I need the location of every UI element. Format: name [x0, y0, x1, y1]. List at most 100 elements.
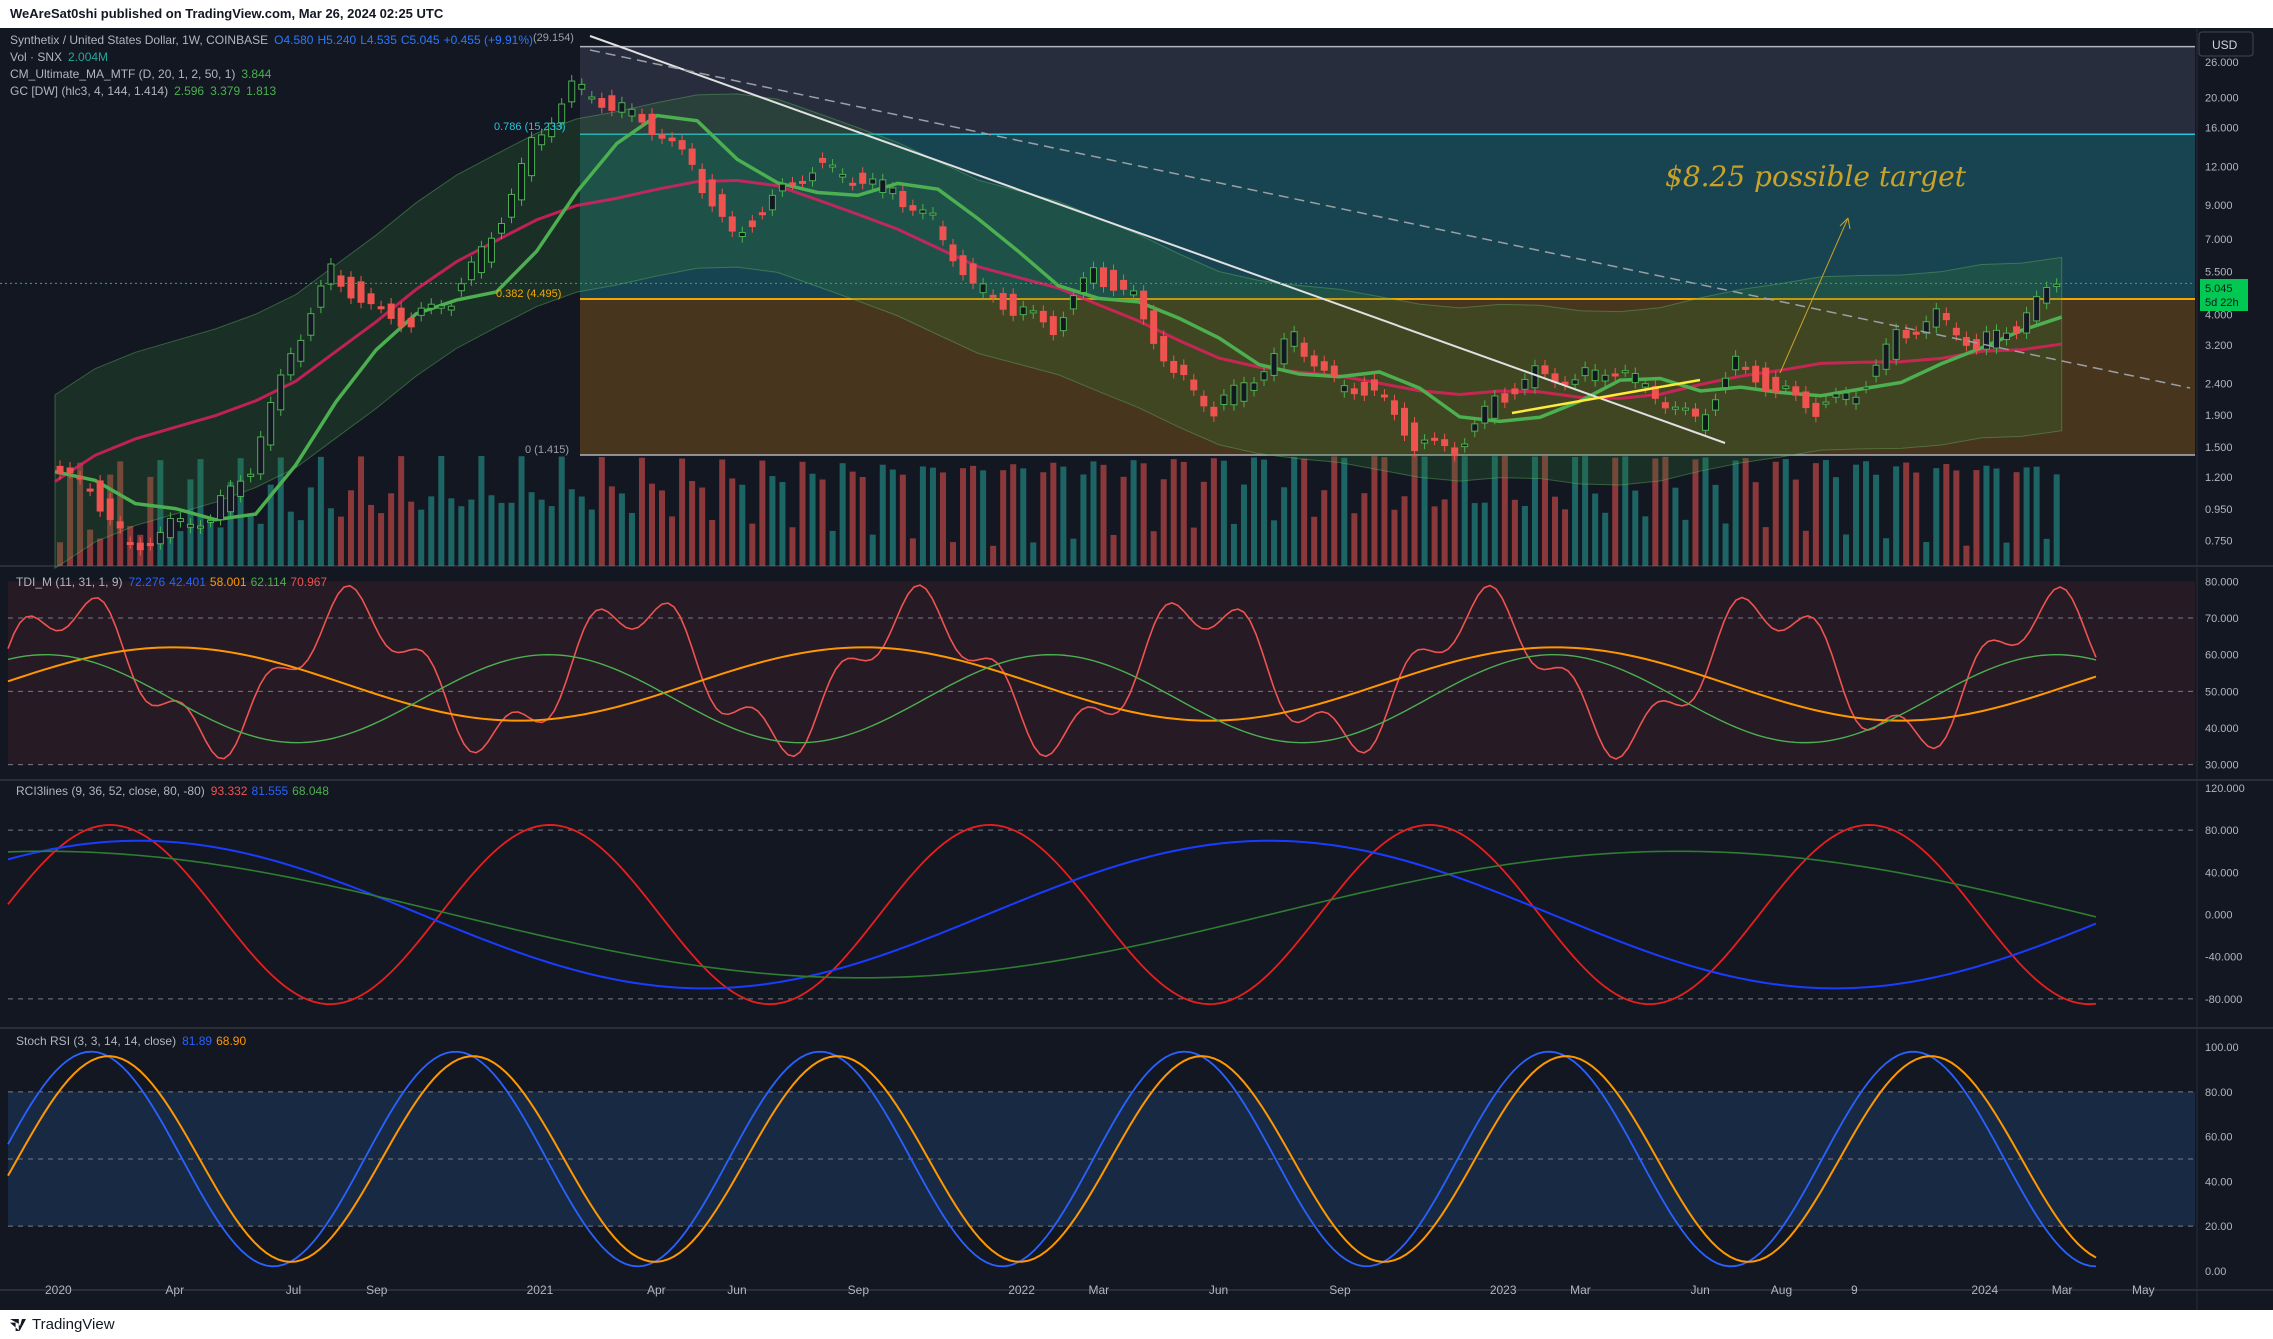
legend-low: L4.535: [360, 33, 397, 47]
volume-bar: [1521, 505, 1528, 566]
volume-bar: [960, 468, 967, 566]
legend-open: O4.580: [274, 33, 314, 47]
time-tick-label: Aug: [1771, 1283, 1792, 1297]
candle-body: [1049, 316, 1057, 336]
candle-body: [1340, 385, 1348, 393]
candle-body: [538, 134, 546, 146]
volume-bar: [1100, 464, 1107, 566]
volume-bar: [1060, 466, 1067, 566]
price-tick-label: 1.900: [2205, 410, 2233, 422]
candle-body: [829, 164, 837, 168]
legend-high: H5.240: [317, 33, 356, 47]
volume-bar: [628, 512, 635, 566]
candle-body: [136, 542, 144, 551]
candle-body: [126, 542, 134, 546]
volume-bar: [1702, 457, 1709, 566]
price-tick-label: 1.500: [2205, 442, 2233, 454]
candle-body: [1762, 367, 1770, 392]
volume-bar: [1883, 538, 1890, 566]
volume-bar: [568, 489, 575, 566]
price-tick-label: 16.000: [2205, 123, 2239, 135]
volume-bar: [217, 527, 224, 566]
volume-bar: [337, 516, 344, 566]
volume-bar: [1712, 484, 1719, 566]
candle-body: [407, 317, 415, 328]
candle-body: [608, 95, 616, 111]
volume-bar: [1682, 519, 1689, 566]
candle-body: [287, 353, 295, 376]
price-badge: 5.045 5d 22h: [2200, 279, 2248, 311]
volume-bar: [358, 456, 365, 566]
candle-body: [1752, 365, 1760, 383]
volume-bar: [488, 495, 495, 566]
candle-body: [1310, 355, 1318, 367]
candle-body: [307, 313, 315, 336]
candle-body: [1411, 422, 1419, 452]
time-tick-label: Jun: [727, 1283, 746, 1297]
candle-body: [1832, 393, 1840, 398]
volume-bar: [538, 499, 545, 566]
osc-tick-label: 30.000: [2205, 760, 2239, 772]
candle-body: [1882, 343, 1890, 370]
volume-bar: [478, 456, 485, 566]
candle-body: [1029, 310, 1037, 314]
candle-body: [2053, 283, 2061, 287]
price-tick-label: 4.000: [2205, 310, 2233, 322]
volume-bar: [398, 456, 405, 566]
volume-bar: [1732, 460, 1739, 566]
time-tick-label: Mar: [2052, 1283, 2073, 1297]
candle-body: [367, 293, 375, 305]
volume-bar: [1973, 470, 1980, 566]
candle-body: [1611, 373, 1619, 377]
volume-bar: [177, 531, 184, 566]
volume-bar: [1180, 461, 1187, 566]
candle-body: [247, 473, 255, 477]
volume-bar: [327, 508, 334, 566]
candle-body: [678, 140, 686, 150]
price-badge-value: 5.045: [2205, 283, 2233, 295]
candle-body: [417, 307, 425, 316]
volume-bar: [317, 456, 324, 566]
candle-body: [1079, 277, 1087, 293]
fib-label-786: 0.786 (15.233): [494, 121, 566, 133]
candle-body: [758, 212, 766, 216]
candle-body: [1852, 396, 1860, 405]
price-tick-label: 26.000: [2205, 57, 2239, 69]
volume-bar: [1000, 470, 1007, 566]
volume-bar: [548, 506, 555, 566]
price-tick-label: 12.000: [2205, 161, 2239, 173]
candle-body: [788, 182, 796, 186]
candle-body: [1772, 376, 1780, 393]
volume-bar: [2033, 466, 2040, 566]
candle-body: [889, 187, 897, 195]
volume-bar: [1321, 490, 1328, 566]
volume-bar: [257, 523, 264, 566]
volume-bar: [1090, 461, 1097, 566]
candle-body: [56, 465, 64, 475]
tradingview-logo-icon: [10, 1319, 26, 1332]
tradingview-chart[interactable]: 26.000 20.000 16.000 12.000 9.000 7.000 5.500 4…: [0, 28, 2273, 1310]
fib-label-0: 0 (1.415): [525, 444, 569, 456]
candle-body: [1601, 374, 1609, 382]
candle-body: [558, 103, 566, 124]
volume-bar: [1251, 457, 1258, 566]
time-tick-label: 2020: [45, 1283, 72, 1297]
candle-body: [166, 517, 174, 539]
candle-body: [2023, 312, 2031, 334]
candle-body: [2043, 287, 2051, 304]
candle-body: [1541, 365, 1549, 375]
svg-text:Vol · SNX2.004M: Vol · SNX 2.004M: [10, 50, 108, 64]
volume-bar: [528, 492, 535, 566]
candle-body: [96, 480, 104, 512]
candle-body: [1089, 267, 1097, 284]
time-tick-label: Sep: [366, 1283, 388, 1297]
candle-body: [227, 485, 235, 513]
candle-body: [257, 436, 265, 475]
osc-tick-label: 40.00: [2205, 1176, 2233, 1188]
volume-bar: [1070, 538, 1077, 566]
volume-bar: [699, 487, 706, 566]
candle-body: [809, 172, 817, 182]
volume-bar: [759, 460, 766, 566]
volume-bar: [1301, 458, 1308, 566]
currency-button[interactable]: USD: [2198, 31, 2254, 57]
